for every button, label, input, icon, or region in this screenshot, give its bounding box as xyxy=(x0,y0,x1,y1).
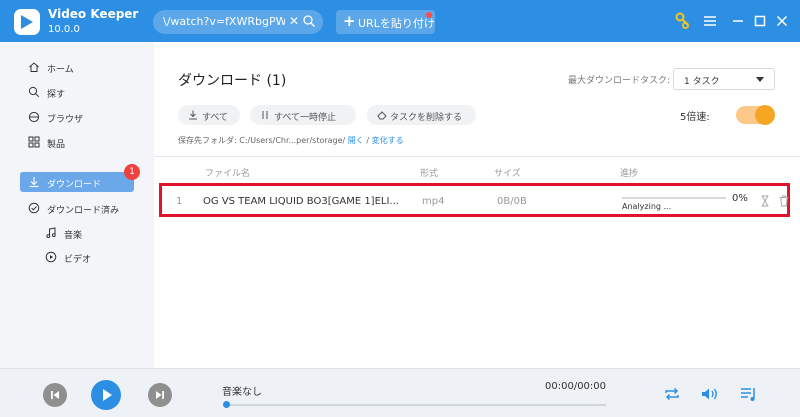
player-bar: 音楽なし 00:00/00:00 xyxy=(0,368,800,417)
sidebar-item-downloaded[interactable]: ダウンロード済み xyxy=(20,198,134,218)
trash-icon[interactable] xyxy=(778,195,790,207)
save-path-value: C:/Users/Chr...per/storage/ xyxy=(239,136,346,145)
paste-url-button[interactable]: + URLを貼り付け xyxy=(336,10,435,34)
row-size: 0B/0B xyxy=(497,196,527,207)
download-icon xyxy=(189,110,197,120)
sidebar-item-label: ダウンロード済み xyxy=(47,206,120,216)
pause-icon xyxy=(262,111,268,119)
url-input[interactable]: \/watch?v=fXWRbgPW7Rs ✕ xyxy=(153,10,323,34)
volume-icon[interactable] xyxy=(700,385,720,403)
sidebar-item-video[interactable]: ビデオ xyxy=(20,247,134,267)
music-icon xyxy=(46,227,56,239)
download-count-badge: 1 xyxy=(124,164,140,180)
app-version: 10.0.0 xyxy=(48,24,80,35)
browser-icon xyxy=(28,111,40,123)
pause-all-label: すべて一時停止 xyxy=(274,113,337,123)
playlist-icon[interactable] xyxy=(739,385,759,403)
column-header-size: サイズ xyxy=(494,169,521,179)
sidebar-item-browser[interactable]: ブラウザ xyxy=(20,107,134,127)
speed-toggle[interactable] xyxy=(736,105,775,125)
sidebar-item-label: 音楽 xyxy=(64,231,83,241)
minimize-icon[interactable] xyxy=(729,12,747,30)
row-filename: OG VS TEAM LIQUID BO3[GAME 1]ELI... xyxy=(203,196,399,207)
title-bar: Video Keeper 10.0.0 \/watch?v=fXWRbgPW7R… xyxy=(0,0,800,42)
check-circle-icon xyxy=(28,202,40,214)
speed-label: 5倍速: xyxy=(680,112,710,123)
save-path-row: 保存先フォルダ: C:/Users/Chr...per/storage/ 開く … xyxy=(178,135,404,146)
start-all-label: すべて xyxy=(202,113,229,123)
change-folder-link[interactable]: 変化する xyxy=(372,136,404,145)
repeat-icon[interactable] xyxy=(662,385,682,403)
max-tasks-value: 1 タスク xyxy=(684,77,720,87)
menu-icon[interactable] xyxy=(701,12,719,30)
save-path-label: 保存先フォルダ: xyxy=(178,136,237,145)
search-icon[interactable] xyxy=(302,14,316,28)
sidebar-item-download[interactable]: ダウンロード 1 xyxy=(20,164,140,192)
key-icon[interactable] xyxy=(674,12,692,30)
column-header-filename: ファイル名 xyxy=(205,169,251,179)
sidebar-item-label: ビデオ xyxy=(64,255,92,265)
open-folder-link[interactable]: 開く xyxy=(348,136,364,145)
chevron-down-icon xyxy=(756,77,764,82)
progress-bar xyxy=(622,197,726,199)
sidebar: ホーム 探す ブラウザ 製品 ダウンロード 1 ダウンロード済み 音楽 ビデオ xyxy=(0,42,154,368)
video-icon xyxy=(45,251,57,263)
path-separator: / xyxy=(366,136,370,145)
max-tasks-label: 最大ダウンロードタスク: xyxy=(568,76,671,86)
table-row[interactable]: 1 OG VS TEAM LIQUID BO3[GAME 1]ELI... mp… xyxy=(159,183,790,217)
clear-icon[interactable]: ✕ xyxy=(287,14,301,28)
previous-icon xyxy=(51,391,59,399)
start-all-button[interactable]: すべて xyxy=(178,105,240,125)
playback-time: 00:00/00:00 xyxy=(545,381,607,392)
sidebar-item-products[interactable]: 製品 xyxy=(20,132,134,152)
home-icon xyxy=(29,62,39,72)
play-icon xyxy=(103,389,112,401)
close-icon[interactable] xyxy=(773,12,791,30)
divider xyxy=(154,156,800,157)
column-header-format: 形式 xyxy=(420,169,439,179)
row-index: 1 xyxy=(176,196,183,207)
eraser-icon xyxy=(377,111,387,120)
next-icon xyxy=(156,391,164,399)
sidebar-item-label: 製品 xyxy=(47,140,66,150)
sidebar-item-home[interactable]: ホーム xyxy=(20,57,134,77)
download-panel: ダウンロード (1) 最大ダウンロードタスク: 1 タスク すべて すべて一時停… xyxy=(154,42,800,368)
sidebar-item-label: 探す xyxy=(47,90,66,100)
delete-tasks-button[interactable]: タスクを削除する xyxy=(367,105,476,125)
toggle-knob xyxy=(755,105,775,125)
paste-url-label: URLを貼り付け xyxy=(358,17,435,30)
page-title: ダウンロード (1) xyxy=(178,73,287,89)
maximize-icon[interactable] xyxy=(751,12,769,30)
track-name: 音楽なし xyxy=(222,387,262,398)
next-button[interactable] xyxy=(148,383,172,407)
plus-icon: + xyxy=(343,12,356,30)
max-tasks-select[interactable]: 1 タスク xyxy=(673,68,775,90)
sidebar-item-search[interactable]: 探す xyxy=(20,82,134,102)
search-icon xyxy=(28,86,40,98)
sidebar-item-label: ブラウザ xyxy=(47,115,84,125)
progress-percent: 0% xyxy=(732,193,748,204)
delete-tasks-label: タスクを削除する xyxy=(390,113,463,123)
seek-handle[interactable] xyxy=(223,401,230,408)
previous-button[interactable] xyxy=(43,383,67,407)
sidebar-item-label: ダウンロード xyxy=(47,180,102,190)
download-icon xyxy=(29,177,39,188)
column-header-progress: 進捗 xyxy=(620,169,639,179)
grid-icon xyxy=(28,136,40,148)
notification-dot xyxy=(426,12,432,18)
row-format: mp4 xyxy=(422,196,445,207)
sidebar-item-music[interactable]: 音楽 xyxy=(20,223,134,243)
app-name: Video Keeper xyxy=(48,7,139,21)
app-logo-icon xyxy=(14,9,40,35)
url-input-value[interactable]: \/watch?v=fXWRbgPW7Rs xyxy=(163,15,285,28)
pause-all-button[interactable]: すべて一時停止 xyxy=(250,105,356,125)
progress-status: Analyzing ... xyxy=(622,202,672,211)
hourglass-icon[interactable] xyxy=(759,195,771,207)
sidebar-item-label: ホーム xyxy=(47,65,74,75)
play-button[interactable] xyxy=(91,380,121,410)
seek-bar[interactable] xyxy=(223,401,606,408)
